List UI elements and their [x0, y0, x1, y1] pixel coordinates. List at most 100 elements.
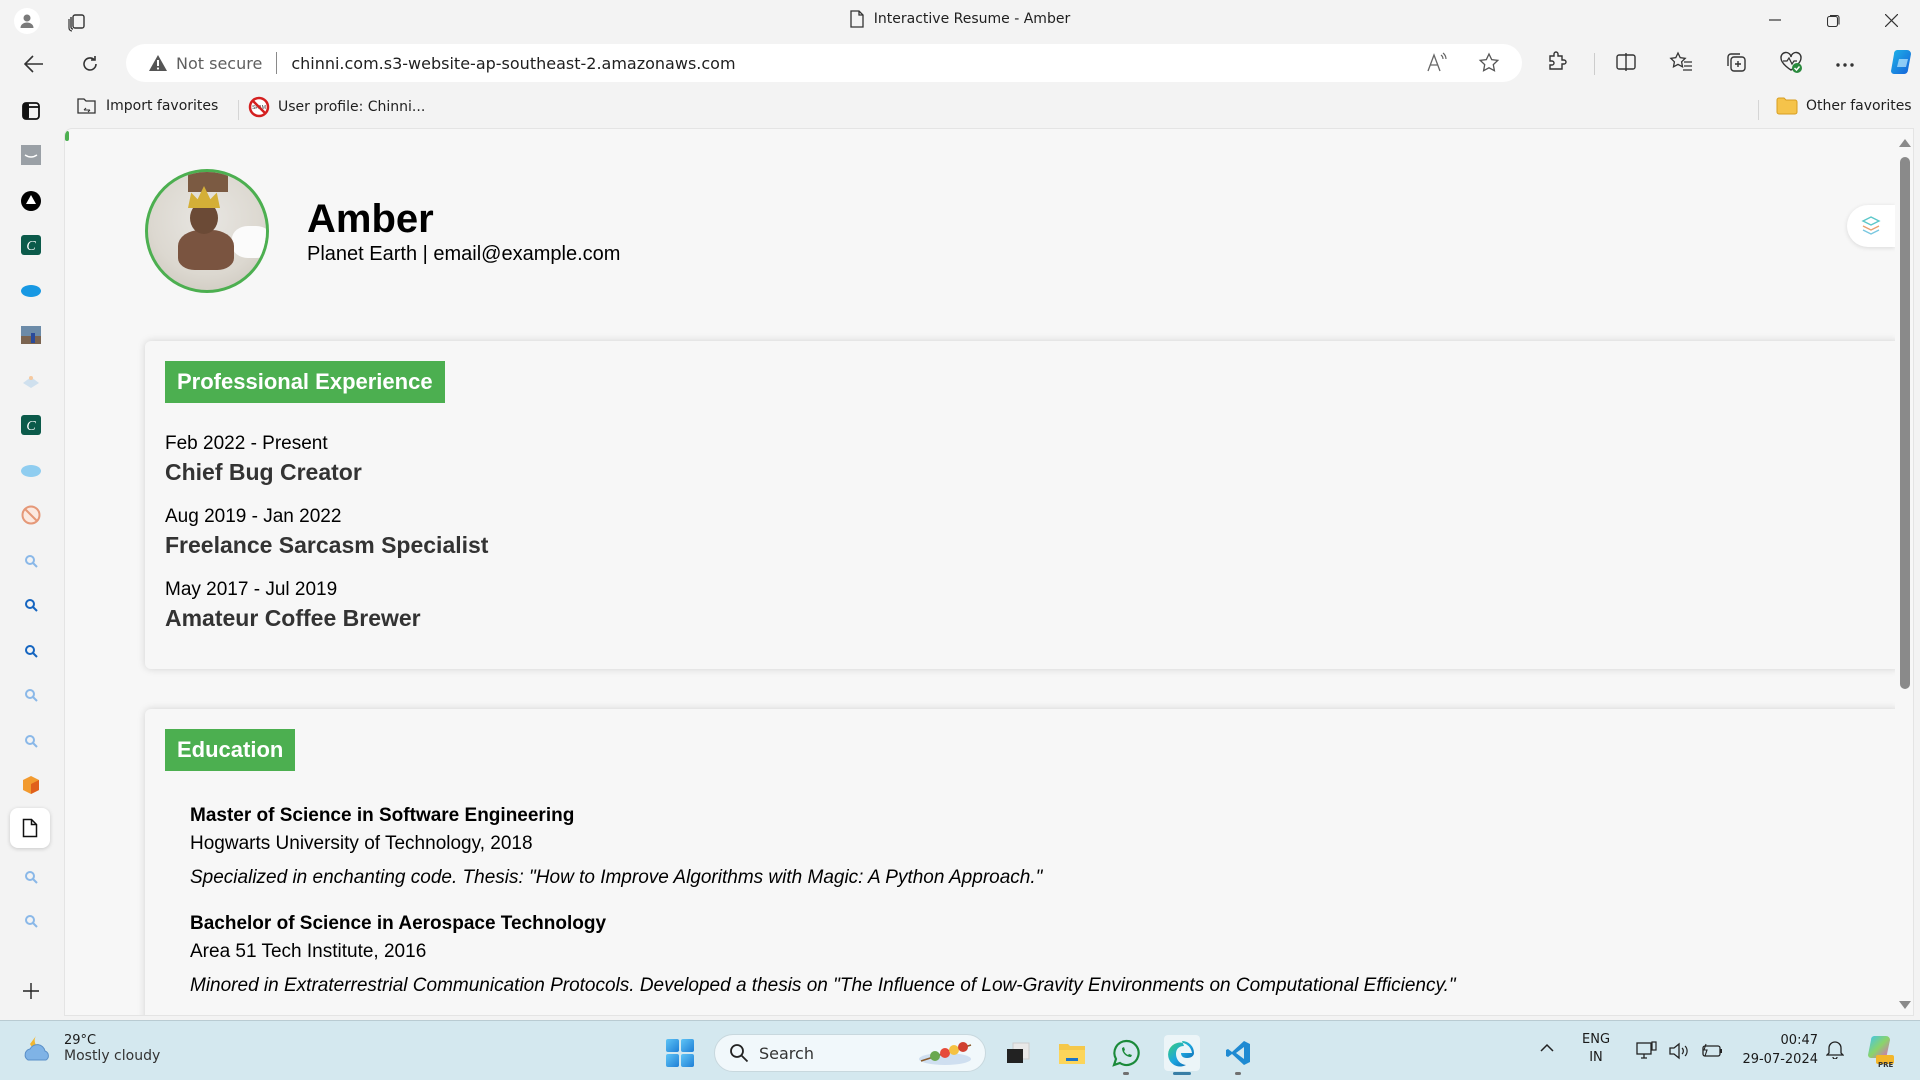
scroll-up-arrow[interactable] — [1899, 139, 1911, 147]
search-tab-icon — [25, 599, 38, 612]
language-code: ENG — [1582, 1032, 1611, 1047]
restore-button[interactable] — [1810, 6, 1856, 34]
language-indicator[interactable]: ENG IN — [1582, 1031, 1610, 1067]
vertical-tab[interactable] — [18, 864, 44, 890]
taskbar-task-view[interactable] — [1000, 1035, 1036, 1071]
favorite-import[interactable]: Import favorites — [76, 96, 218, 116]
notifications-button[interactable] — [1825, 1039, 1845, 1065]
vertical-tab[interactable] — [18, 98, 44, 124]
weather-temp: 29°C — [64, 1033, 97, 1048]
whatsapp-icon — [1112, 1039, 1140, 1067]
experience-heading[interactable]: Professional Experience — [165, 361, 445, 403]
more-icon[interactable] — [1835, 55, 1855, 73]
minimize-button[interactable] — [1752, 6, 1798, 34]
vertical-tab[interactable] — [18, 728, 44, 754]
plus-icon — [23, 983, 39, 999]
show-hidden-icons[interactable] — [1540, 1041, 1554, 1059]
resume-name: Amber — [307, 196, 434, 241]
taskbar-whatsapp[interactable] — [1108, 1035, 1144, 1075]
vertical-tab[interactable] — [18, 502, 44, 528]
split-screen-icon[interactable] — [1615, 51, 1637, 78]
vertical-tab[interactable] — [18, 278, 44, 304]
scroll-thumb[interactable] — [1900, 157, 1910, 689]
vertical-tab[interactable] — [18, 322, 44, 348]
clock[interactable]: 00:47 29-07-2024 — [1728, 1031, 1818, 1069]
start-button[interactable] — [666, 1039, 694, 1067]
warning-icon — [149, 55, 167, 71]
taskbar-vscode[interactable] — [1220, 1035, 1256, 1075]
vertical-tab[interactable] — [18, 638, 44, 664]
title-bar: Interactive Resume - Amber — [0, 0, 1920, 40]
scroll-down-arrow[interactable] — [1899, 1001, 1911, 1009]
favorite-user-profile[interactable]: SPAM User profile: Chinni... — [248, 96, 425, 118]
extensions-icon[interactable] — [1546, 50, 1568, 78]
education-description: Specialized in enchanting code. Thesis: … — [190, 867, 1043, 888]
read-aloud-icon[interactable] — [1426, 52, 1448, 79]
job-title: Freelance Sarcasm Specialist — [165, 532, 489, 558]
copilot-taskbar-button[interactable]: PRE — [1864, 1033, 1896, 1071]
security-indicator[interactable]: Not secure — [148, 54, 262, 73]
bell-icon — [1825, 1041, 1845, 1060]
favorite-label: Import favorites — [106, 98, 219, 114]
battery-icon — [1702, 1043, 1722, 1057]
floating-extension-button[interactable] — [1847, 205, 1895, 247]
window-title: Interactive Resume - Amber — [0, 10, 1920, 28]
job-dates: May 2017 - Jul 2019 — [165, 579, 338, 600]
minimize-icon — [1769, 19, 1781, 21]
favorites-icon[interactable] — [1669, 50, 1693, 78]
vertical-tab[interactable] — [18, 592, 44, 618]
vertical-tab-active[interactable] — [10, 808, 50, 848]
salesforce-tab-icon — [21, 285, 41, 297]
vertical-tab[interactable] — [18, 142, 44, 168]
search-icon — [730, 1044, 749, 1063]
vertical-tab[interactable] — [18, 548, 44, 574]
close-button[interactable] — [1868, 6, 1914, 34]
new-tab-button[interactable] — [18, 978, 44, 1004]
loading-indicator — [65, 131, 69, 141]
taskbar-search[interactable]: Search — [714, 1034, 986, 1072]
vertical-tab[interactable]: C — [18, 412, 44, 438]
address-bar[interactable]: Not secure chinni.com.s3-website-ap-sout… — [126, 44, 1522, 82]
favorite-star-icon[interactable] — [1478, 52, 1500, 79]
favorites-separator — [238, 100, 239, 120]
vertical-tab[interactable] — [18, 188, 44, 214]
search-tab-icon — [25, 915, 38, 928]
vertical-tab[interactable] — [18, 772, 44, 798]
back-button[interactable] — [20, 50, 48, 78]
other-favorites-label: Other favorites — [1806, 98, 1912, 114]
vertical-tab[interactable] — [18, 682, 44, 708]
collections-icon[interactable] — [1725, 51, 1747, 78]
page-viewport: Amber Planet Earth | email@example.com P… — [64, 128, 1914, 1016]
taskbar-file-explorer[interactable] — [1054, 1035, 1090, 1071]
salesforce-tab-icon — [21, 465, 41, 477]
box-tab-icon — [23, 776, 39, 794]
vertical-tab[interactable] — [18, 368, 44, 394]
vertical-scrollbar[interactable] — [1895, 129, 1913, 1015]
experience-section: Professional Experience Feb 2022 - Prese… — [145, 341, 1901, 669]
resume-contact: Planet Earth | email@example.com — [307, 242, 621, 265]
system-tray[interactable] — [1636, 1041, 1724, 1061]
vertical-tab[interactable]: C — [18, 232, 44, 258]
vertical-tab-strip: C C — [0, 88, 64, 1044]
degree: Bachelor of Science in Aerospace Technol… — [190, 913, 607, 934]
vertical-tab[interactable] — [18, 458, 44, 484]
education-heading[interactable]: Education — [165, 729, 296, 771]
job-title: Chief Bug Creator — [165, 459, 362, 485]
edge-icon — [1168, 1041, 1194, 1067]
refresh-button[interactable] — [76, 50, 104, 78]
svg-text:C: C — [26, 239, 36, 254]
copilot-badge: PRE — [1878, 1061, 1894, 1069]
copilot-icon[interactable] — [1887, 47, 1917, 82]
search-tab-icon — [25, 871, 38, 884]
url-text[interactable]: chinni.com.s3-website-ap-southeast-2.ama… — [291, 54, 735, 73]
favorite-label: User profile: Chinni... — [278, 99, 426, 115]
photo-tab-icon — [21, 326, 41, 344]
weather-widget[interactable]: 29°C Mostly cloudy — [22, 1033, 160, 1064]
other-favorites[interactable]: Other favorites — [1776, 96, 1912, 116]
taskbar-edge[interactable] — [1164, 1035, 1200, 1075]
browser-essentials-icon[interactable] — [1779, 51, 1803, 78]
tab-panel-icon — [22, 102, 40, 120]
vertical-tab[interactable] — [18, 908, 44, 934]
document-icon — [850, 10, 864, 28]
kebab-skewer-icon — [919, 1042, 972, 1065]
